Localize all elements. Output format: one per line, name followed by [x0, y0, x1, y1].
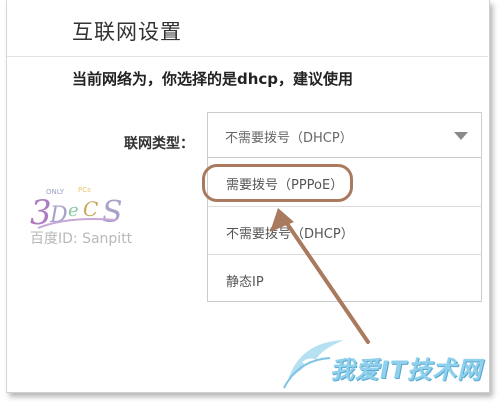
svg-text:S: S — [102, 195, 123, 230]
svg-text:PCs: PCs — [78, 186, 91, 194]
svg-text:C: C — [83, 197, 98, 221]
svg-text:e: e — [68, 200, 79, 221]
watermark-site-text: 我爱IT技术网 — [330, 356, 483, 384]
watermark-logo-caption: 百度ID: Sanpitt — [30, 231, 133, 247]
